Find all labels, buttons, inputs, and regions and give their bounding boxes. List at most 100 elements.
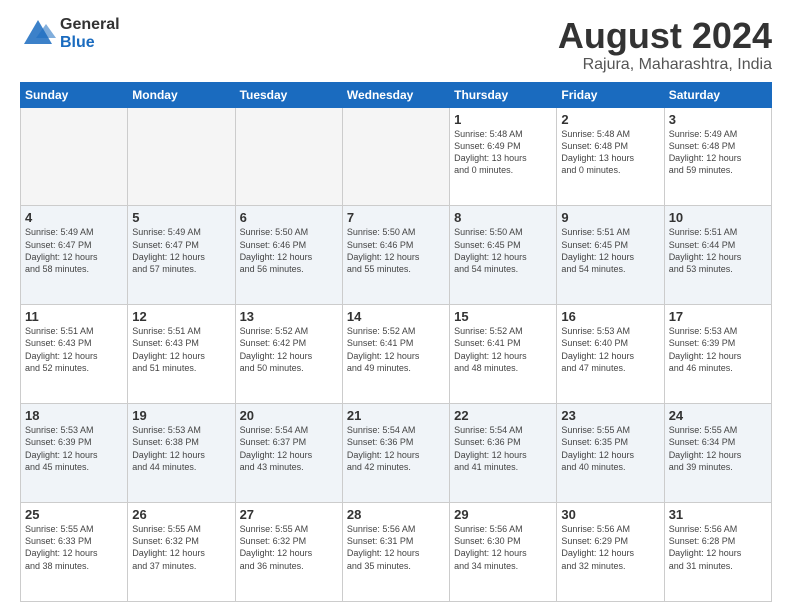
calendar-cell: 12Sunrise: 5:51 AM Sunset: 6:43 PM Dayli… xyxy=(128,305,235,404)
day-info: Sunrise: 5:54 AM Sunset: 6:36 PM Dayligh… xyxy=(347,424,445,473)
day-number: 29 xyxy=(454,507,552,522)
header: General Blue August 2024 Rajura, Maharas… xyxy=(20,16,772,74)
day-info: Sunrise: 5:50 AM Sunset: 6:46 PM Dayligh… xyxy=(347,226,445,275)
day-number: 6 xyxy=(240,210,338,225)
calendar-cell xyxy=(21,107,128,206)
day-number: 19 xyxy=(132,408,230,423)
day-info: Sunrise: 5:56 AM Sunset: 6:30 PM Dayligh… xyxy=(454,523,552,572)
day-number: 5 xyxy=(132,210,230,225)
day-info: Sunrise: 5:48 AM Sunset: 6:48 PM Dayligh… xyxy=(561,128,659,177)
calendar-cell: 8Sunrise: 5:50 AM Sunset: 6:45 PM Daylig… xyxy=(450,206,557,305)
calendar-cell: 17Sunrise: 5:53 AM Sunset: 6:39 PM Dayli… xyxy=(664,305,771,404)
day-number: 31 xyxy=(669,507,767,522)
day-info: Sunrise: 5:52 AM Sunset: 6:42 PM Dayligh… xyxy=(240,325,338,374)
calendar-cell: 18Sunrise: 5:53 AM Sunset: 6:39 PM Dayli… xyxy=(21,404,128,503)
calendar-header-row: SundayMondayTuesdayWednesdayThursdayFrid… xyxy=(21,82,772,107)
logo-line1: General xyxy=(60,16,120,34)
calendar-header-friday: Friday xyxy=(557,82,664,107)
day-number: 10 xyxy=(669,210,767,225)
day-number: 9 xyxy=(561,210,659,225)
day-info: Sunrise: 5:53 AM Sunset: 6:38 PM Dayligh… xyxy=(132,424,230,473)
calendar-cell: 3Sunrise: 5:49 AM Sunset: 6:48 PM Daylig… xyxy=(664,107,771,206)
day-number: 30 xyxy=(561,507,659,522)
calendar-header-sunday: Sunday xyxy=(21,82,128,107)
day-number: 2 xyxy=(561,112,659,127)
day-number: 15 xyxy=(454,309,552,324)
calendar-cell: 30Sunrise: 5:56 AM Sunset: 6:29 PM Dayli… xyxy=(557,503,664,602)
calendar-cell: 9Sunrise: 5:51 AM Sunset: 6:45 PM Daylig… xyxy=(557,206,664,305)
day-number: 18 xyxy=(25,408,123,423)
day-info: Sunrise: 5:51 AM Sunset: 6:45 PM Dayligh… xyxy=(561,226,659,275)
day-number: 14 xyxy=(347,309,445,324)
calendar-header-monday: Monday xyxy=(128,82,235,107)
calendar-cell: 27Sunrise: 5:55 AM Sunset: 6:32 PM Dayli… xyxy=(235,503,342,602)
calendar-cell: 10Sunrise: 5:51 AM Sunset: 6:44 PM Dayli… xyxy=(664,206,771,305)
day-info: Sunrise: 5:50 AM Sunset: 6:46 PM Dayligh… xyxy=(240,226,338,275)
calendar-cell: 5Sunrise: 5:49 AM Sunset: 6:47 PM Daylig… xyxy=(128,206,235,305)
week-row-2: 4Sunrise: 5:49 AM Sunset: 6:47 PM Daylig… xyxy=(21,206,772,305)
day-info: Sunrise: 5:51 AM Sunset: 6:43 PM Dayligh… xyxy=(25,325,123,374)
day-info: Sunrise: 5:52 AM Sunset: 6:41 PM Dayligh… xyxy=(454,325,552,374)
day-info: Sunrise: 5:55 AM Sunset: 6:34 PM Dayligh… xyxy=(669,424,767,473)
day-number: 13 xyxy=(240,309,338,324)
logo-line2: Blue xyxy=(60,34,120,52)
day-number: 4 xyxy=(25,210,123,225)
day-number: 7 xyxy=(347,210,445,225)
day-info: Sunrise: 5:56 AM Sunset: 6:28 PM Dayligh… xyxy=(669,523,767,572)
day-number: 1 xyxy=(454,112,552,127)
calendar-cell: 22Sunrise: 5:54 AM Sunset: 6:36 PM Dayli… xyxy=(450,404,557,503)
calendar-cell: 28Sunrise: 5:56 AM Sunset: 6:31 PM Dayli… xyxy=(342,503,449,602)
day-number: 25 xyxy=(25,507,123,522)
day-info: Sunrise: 5:55 AM Sunset: 6:32 PM Dayligh… xyxy=(240,523,338,572)
calendar-table: SundayMondayTuesdayWednesdayThursdayFrid… xyxy=(20,82,772,602)
day-info: Sunrise: 5:55 AM Sunset: 6:33 PM Dayligh… xyxy=(25,523,123,572)
week-row-4: 18Sunrise: 5:53 AM Sunset: 6:39 PM Dayli… xyxy=(21,404,772,503)
calendar-cell: 25Sunrise: 5:55 AM Sunset: 6:33 PM Dayli… xyxy=(21,503,128,602)
calendar-cell xyxy=(235,107,342,206)
logo: General Blue xyxy=(20,16,120,52)
day-info: Sunrise: 5:54 AM Sunset: 6:37 PM Dayligh… xyxy=(240,424,338,473)
day-number: 26 xyxy=(132,507,230,522)
day-info: Sunrise: 5:56 AM Sunset: 6:29 PM Dayligh… xyxy=(561,523,659,572)
day-info: Sunrise: 5:51 AM Sunset: 6:44 PM Dayligh… xyxy=(669,226,767,275)
calendar-cell: 26Sunrise: 5:55 AM Sunset: 6:32 PM Dayli… xyxy=(128,503,235,602)
page: General Blue August 2024 Rajura, Maharas… xyxy=(0,0,792,612)
calendar-cell xyxy=(128,107,235,206)
calendar-cell: 23Sunrise: 5:55 AM Sunset: 6:35 PM Dayli… xyxy=(557,404,664,503)
calendar-header-wednesday: Wednesday xyxy=(342,82,449,107)
day-info: Sunrise: 5:54 AM Sunset: 6:36 PM Dayligh… xyxy=(454,424,552,473)
calendar-cell: 14Sunrise: 5:52 AM Sunset: 6:41 PM Dayli… xyxy=(342,305,449,404)
day-info: Sunrise: 5:56 AM Sunset: 6:31 PM Dayligh… xyxy=(347,523,445,572)
page-subtitle: Rajura, Maharashtra, India xyxy=(558,56,772,74)
day-number: 8 xyxy=(454,210,552,225)
day-number: 28 xyxy=(347,507,445,522)
day-number: 20 xyxy=(240,408,338,423)
week-row-5: 25Sunrise: 5:55 AM Sunset: 6:33 PM Dayli… xyxy=(21,503,772,602)
day-info: Sunrise: 5:55 AM Sunset: 6:32 PM Dayligh… xyxy=(132,523,230,572)
day-number: 12 xyxy=(132,309,230,324)
day-number: 24 xyxy=(669,408,767,423)
calendar-cell: 11Sunrise: 5:51 AM Sunset: 6:43 PM Dayli… xyxy=(21,305,128,404)
day-info: Sunrise: 5:51 AM Sunset: 6:43 PM Dayligh… xyxy=(132,325,230,374)
calendar-cell: 29Sunrise: 5:56 AM Sunset: 6:30 PM Dayli… xyxy=(450,503,557,602)
day-info: Sunrise: 5:53 AM Sunset: 6:39 PM Dayligh… xyxy=(669,325,767,374)
calendar-cell: 15Sunrise: 5:52 AM Sunset: 6:41 PM Dayli… xyxy=(450,305,557,404)
day-info: Sunrise: 5:49 AM Sunset: 6:47 PM Dayligh… xyxy=(25,226,123,275)
week-row-3: 11Sunrise: 5:51 AM Sunset: 6:43 PM Dayli… xyxy=(21,305,772,404)
calendar-cell: 2Sunrise: 5:48 AM Sunset: 6:48 PM Daylig… xyxy=(557,107,664,206)
calendar-header-thursday: Thursday xyxy=(450,82,557,107)
day-info: Sunrise: 5:53 AM Sunset: 6:39 PM Dayligh… xyxy=(25,424,123,473)
day-number: 27 xyxy=(240,507,338,522)
logo-icon xyxy=(20,16,56,52)
calendar-header-saturday: Saturday xyxy=(664,82,771,107)
day-info: Sunrise: 5:49 AM Sunset: 6:48 PM Dayligh… xyxy=(669,128,767,177)
calendar-cell: 13Sunrise: 5:52 AM Sunset: 6:42 PM Dayli… xyxy=(235,305,342,404)
day-number: 16 xyxy=(561,309,659,324)
day-info: Sunrise: 5:53 AM Sunset: 6:40 PM Dayligh… xyxy=(561,325,659,374)
day-number: 23 xyxy=(561,408,659,423)
day-number: 17 xyxy=(669,309,767,324)
day-info: Sunrise: 5:55 AM Sunset: 6:35 PM Dayligh… xyxy=(561,424,659,473)
day-info: Sunrise: 5:48 AM Sunset: 6:49 PM Dayligh… xyxy=(454,128,552,177)
calendar-cell: 21Sunrise: 5:54 AM Sunset: 6:36 PM Dayli… xyxy=(342,404,449,503)
day-number: 21 xyxy=(347,408,445,423)
